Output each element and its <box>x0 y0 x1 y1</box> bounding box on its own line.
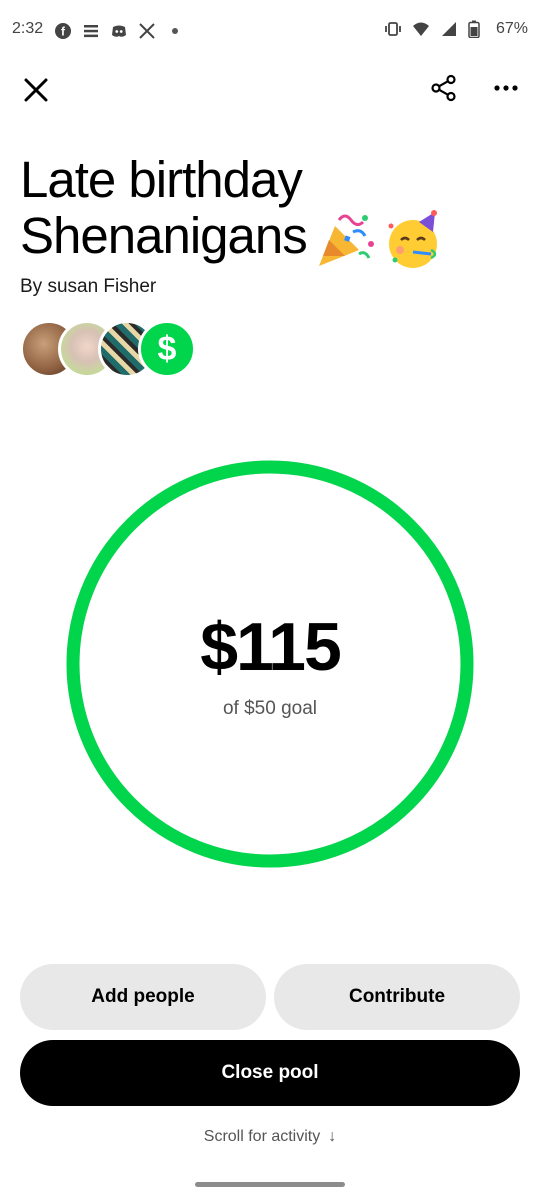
notification-dot-icon <box>172 28 178 34</box>
top-bar <box>0 64 540 120</box>
close-button[interactable] <box>18 72 54 108</box>
partying-face-icon <box>383 209 443 271</box>
vibrate-icon <box>384 20 402 38</box>
title-line-2-container: Shenanigans <box>20 208 520 270</box>
wifi-icon <box>412 20 430 38</box>
cash-app-dollar-icon: $ <box>138 320 196 378</box>
battery-icon <box>468 20 486 39</box>
status-icons-left: f <box>54 22 178 40</box>
scroll-hint-label: Scroll for activity <box>203 1128 321 1145</box>
status-bar: 2:32 f 67% <box>0 0 540 64</box>
participant-avatars[interactable]: $ <box>20 320 220 382</box>
status-time: 2:32 <box>12 20 44 37</box>
title-line-1: Late birthday <box>20 151 303 208</box>
share-icon <box>431 74 456 102</box>
close-icon <box>24 78 48 102</box>
pool-byline: By susan Fisher <box>20 276 157 297</box>
scroll-for-activity[interactable]: Scroll for activity ↓ <box>0 1128 540 1146</box>
discord-icon <box>110 22 128 40</box>
more-icon <box>494 85 518 91</box>
pool-amount: $115 <box>200 609 342 685</box>
close-pool-button[interactable]: Close pool <box>20 1040 520 1106</box>
add-people-button[interactable]: Add people <box>20 964 266 1030</box>
pool-goal: of $50 goal <box>222 698 318 719</box>
home-indicator[interactable] <box>195 1182 345 1187</box>
more-options-button[interactable] <box>488 70 524 106</box>
facebook-icon: f <box>54 22 72 40</box>
title-line-2: Shenanigans <box>20 207 308 264</box>
progress-ring: $115 of $50 goal <box>66 460 474 868</box>
x-icon <box>138 22 156 40</box>
svg-text:$: $ <box>158 331 177 367</box>
battery-percent: 67% <box>495 20 528 37</box>
contribute-button[interactable]: Contribute <box>274 964 520 1030</box>
signal-icon <box>440 20 458 38</box>
party-popper-icon <box>315 209 375 271</box>
e-icon <box>82 22 100 40</box>
arrow-down-icon: ↓ <box>328 1128 337 1145</box>
page-title: Late birthday Shenanigans <box>20 152 520 270</box>
share-button[interactable] <box>426 70 462 106</box>
status-icons-right: 67% <box>384 20 528 39</box>
